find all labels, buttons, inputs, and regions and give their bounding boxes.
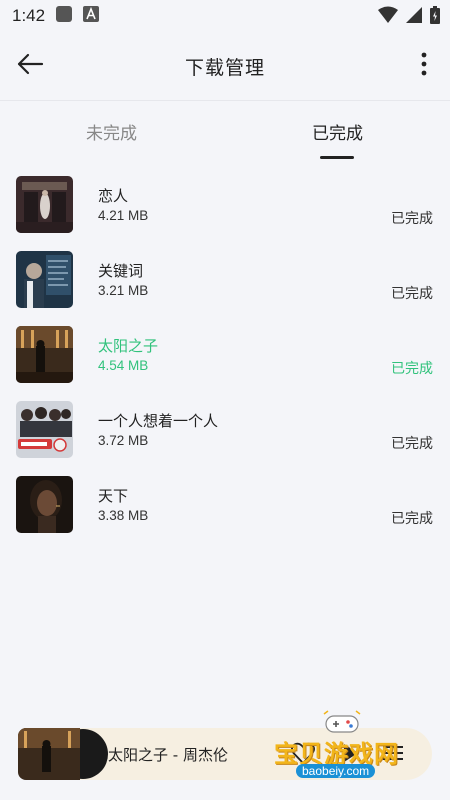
album-cover xyxy=(16,251,73,308)
download-list: 恋人 4.21 MB 已完成 关键词 3.21 MB 已完成 太阳之子 4.54… xyxy=(0,170,450,545)
status-bar: 1:42 xyxy=(0,0,450,32)
download-status: 已完成 xyxy=(391,511,433,527)
song-size: 3.38 MB xyxy=(98,508,149,523)
song-name: 太阳之子 xyxy=(98,337,159,355)
app-header: 下载管理 xyxy=(0,32,450,100)
song-size: 3.72 MB xyxy=(98,433,149,448)
list-item[interactable]: 天下 3.38 MB 已完成 xyxy=(0,470,450,545)
tab-indicator xyxy=(320,156,354,159)
list-item[interactable]: 关键词 3.21 MB 已完成 xyxy=(0,245,450,320)
download-status: 已完成 xyxy=(391,286,433,302)
song-name: 恋人 xyxy=(98,187,129,205)
watermark-url: baobeiy.com xyxy=(296,764,376,778)
watermark: 宝贝游戏网 baobeiy.com xyxy=(274,710,424,782)
tab-incomplete[interactable]: 未完成 xyxy=(86,119,137,144)
notification-square-icon xyxy=(55,5,73,27)
album-cover xyxy=(16,176,73,233)
arrow-left-icon xyxy=(16,52,44,80)
tab-bar: 未完成 已完成 xyxy=(0,101,450,163)
album-cover xyxy=(16,326,73,383)
list-item[interactable]: 太阳之子 4.54 MB 已完成 xyxy=(0,320,450,395)
wifi-icon xyxy=(378,6,398,28)
list-item[interactable]: 恋人 4.21 MB 已完成 xyxy=(0,170,450,245)
more-vertical-icon xyxy=(421,52,427,80)
song-size: 3.21 MB xyxy=(98,283,149,298)
tab-completed[interactable]: 已完成 xyxy=(312,119,363,144)
status-time: 1:42 xyxy=(12,6,46,25)
song-name: 关键词 xyxy=(98,262,144,280)
back-button[interactable] xyxy=(14,50,46,82)
a-icon xyxy=(83,6,100,26)
song-name: 一个人想着一个人 xyxy=(98,412,219,430)
battery-icon xyxy=(430,6,440,28)
list-item[interactable]: 一个人想着一个人 3.72 MB 已完成 xyxy=(0,395,450,470)
more-options-button[interactable] xyxy=(410,50,438,82)
song-name: 天下 xyxy=(98,487,129,505)
signal-icon xyxy=(406,6,422,28)
song-size: 4.21 MB xyxy=(98,208,149,223)
album-cover xyxy=(16,401,73,458)
album-cover xyxy=(16,476,73,533)
gamepad-logo-icon xyxy=(322,710,362,736)
status-icons xyxy=(378,6,440,28)
download-status: 已完成 xyxy=(391,361,433,377)
page-title: 下载管理 xyxy=(184,56,265,79)
now-playing-title: 太阳之子 - 周杰伦 xyxy=(108,746,228,764)
download-status: 已完成 xyxy=(391,436,433,452)
mini-player-cover xyxy=(18,728,80,780)
song-size: 4.54 MB xyxy=(98,358,149,373)
download-status: 已完成 xyxy=(391,211,433,227)
